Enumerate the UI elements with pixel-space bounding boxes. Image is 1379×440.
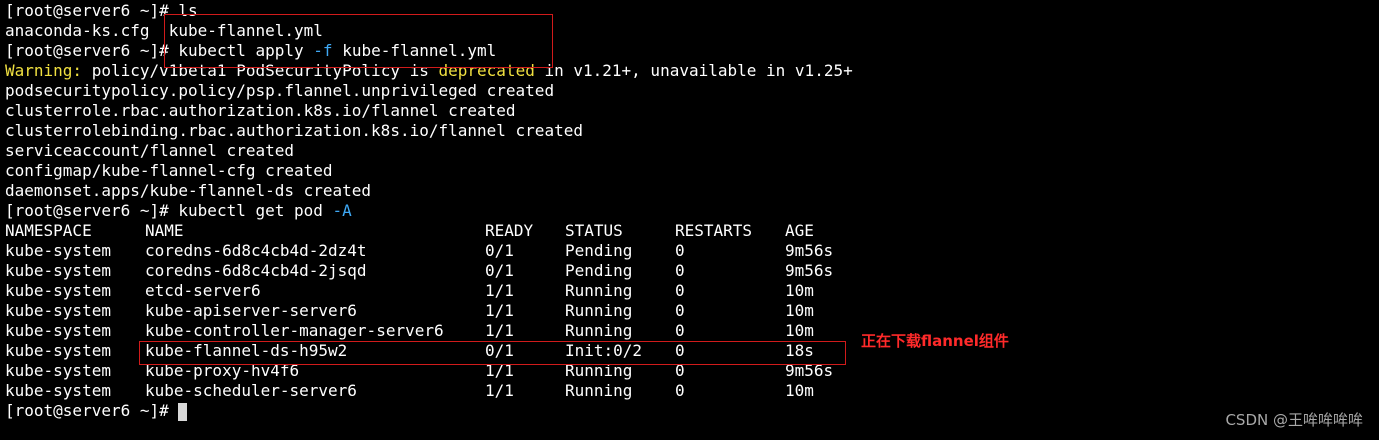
watermark: CSDN @王哞哞哞哞 (1225, 411, 1363, 429)
shell-prompt: [root@server6 ~]# (5, 41, 169, 60)
cell-age: 9m56s (785, 241, 834, 260)
header-age: AGE (785, 221, 814, 240)
header-ready: READY (485, 221, 534, 240)
table-row: kube-system coredns-6d8c4cb4d-2dz4t 0/1 Pen… (5, 241, 1379, 261)
table-row: kube-system kube-proxy-hv4f6 1/1 Running 0 9m… (5, 361, 1379, 381)
terminal-output[interactable]: [root@server6 ~]# ls anaconda-ks.cfg kub… (5, 1, 1379, 421)
cell-namespace: kube-system (5, 281, 111, 300)
apply-output-line: daemonset.apps/kube-flannel-ds created (5, 181, 372, 200)
header-namespace: NAMESPACE (5, 221, 92, 240)
cell-name: kube-apiserver-server6 (145, 301, 357, 320)
table-row: kube-system kube-controller-manager-serve… (5, 321, 1379, 341)
cell-ready: 1/1 (485, 281, 514, 300)
cell-status: Running (565, 301, 633, 320)
command-line-ls: [root@server6 ~]# ls (5, 1, 1379, 21)
cell-restarts: 0 (675, 361, 685, 380)
cell-restarts: 0 (675, 301, 685, 320)
apply-output-line: clusterrolebinding.rbac.authorization.k8… (5, 121, 583, 140)
cell-name: etcd-server6 (145, 281, 261, 300)
file-name: kube-flannel.yml (168, 21, 323, 40)
cell-name: kube-controller-manager-server6 (145, 321, 444, 340)
cell-status: Running (565, 381, 633, 400)
cell-ready: 1/1 (485, 381, 514, 400)
cell-age: 9m56s (785, 361, 834, 380)
cell-status: Running (565, 321, 633, 340)
cell-namespace: kube-system (5, 301, 111, 320)
ls-output-line: anaconda-ks.cfg kube-flannel.yml (5, 21, 1379, 41)
cell-status: Init:0/2 (565, 341, 643, 360)
cell-ready: 0/1 (485, 261, 514, 280)
cell-age: 10m (785, 301, 814, 320)
header-restarts: RESTARTS (675, 221, 753, 240)
command-line-current: [root@server6 ~]# (5, 401, 1379, 421)
cell-age: 10m (785, 321, 814, 340)
command-text: kubectl get pod (178, 201, 323, 220)
cell-namespace: kube-system (5, 381, 111, 400)
cell-status: Pending (565, 261, 633, 280)
command-argument: kube-flannel.yml (342, 41, 497, 60)
shell-prompt: [root@server6 ~]# (5, 401, 169, 420)
apply-output-line: clusterrole.rbac.authorization.k8s.io/fl… (5, 101, 516, 120)
cell-name: kube-flannel-ds-h95w2 (145, 341, 348, 360)
cell-name: coredns-6d8c4cb4d-2jsqd (145, 261, 367, 280)
table-row: kube-system kube-apiserver-server6 1/1 Runn… (5, 301, 1379, 321)
cell-restarts: 0 (675, 321, 685, 340)
shell-prompt: [root@server6 ~]# (5, 1, 169, 20)
warning-text: in v1.21+, unavailable in v1.25+ (544, 61, 853, 80)
annotation-label: 正在下载flannel组件 (861, 332, 1009, 350)
table-row-highlighted: kube-system kube-flannel-ds-h95w2 0/1 Init:… (5, 341, 1379, 361)
cell-namespace: kube-system (5, 361, 111, 380)
cell-restarts: 0 (675, 381, 685, 400)
command-text: kubectl apply (178, 41, 304, 60)
cell-restarts: 0 (675, 241, 685, 260)
command-flag: -f (313, 41, 333, 60)
cell-name: coredns-6d8c4cb4d-2dz4t (145, 241, 367, 260)
apply-output-line: serviceaccount/flannel created (5, 141, 294, 160)
cell-age: 10m (785, 381, 814, 400)
header-status: STATUS (565, 221, 623, 240)
shell-prompt: [root@server6 ~]# (5, 201, 169, 220)
cell-namespace: kube-system (5, 341, 111, 360)
table-row: kube-system coredns-6d8c4cb4d-2jsqd 0/1 Pen… (5, 261, 1379, 281)
file-name: anaconda-ks.cfg (5, 21, 150, 40)
cell-restarts: 0 (675, 341, 685, 360)
warning-keyword: deprecated (438, 61, 535, 80)
apply-output-line: podsecuritypolicy.policy/psp.flannel.unp… (5, 81, 555, 100)
command-line-apply: [root@server6 ~]# kubectl apply -f kube-… (5, 41, 1379, 61)
warning-label: Warning: (5, 61, 83, 80)
cell-ready: 1/1 (485, 301, 514, 320)
header-name: NAME (145, 221, 184, 240)
warning-text: policy/v1beta1 PodSecurityPolicy is (91, 61, 429, 80)
table-row: kube-system kube-scheduler-server6 1/1 Runn… (5, 381, 1379, 401)
cell-namespace: kube-system (5, 241, 111, 260)
cell-restarts: 0 (675, 261, 685, 280)
warning-line: Warning: policy/v1beta1 PodSecurityPolic… (5, 61, 1379, 81)
cell-ready: 1/1 (485, 361, 514, 380)
table-header: NAMESPACE NAME READY STATUS RESTARTS AGE (5, 221, 1379, 241)
command-line-get-pod: [root@server6 ~]# kubectl get pod -A (5, 201, 1379, 221)
command-text: ls (178, 1, 198, 20)
cell-ready: 1/1 (485, 321, 514, 340)
cell-age: 18s (785, 341, 814, 360)
text-cursor[interactable] (178, 402, 188, 421)
cell-age: 9m56s (785, 261, 834, 280)
cell-namespace: kube-system (5, 261, 111, 280)
cell-status: Running (565, 361, 633, 380)
cell-age: 10m (785, 281, 814, 300)
cell-namespace: kube-system (5, 321, 111, 340)
apply-output-line: configmap/kube-flannel-cfg created (5, 161, 333, 180)
command-flag: -A (332, 201, 352, 220)
cell-status: Running (565, 281, 633, 300)
cell-name: kube-proxy-hv4f6 (145, 361, 300, 380)
cell-status: Pending (565, 241, 633, 260)
table-row: kube-system etcd-server6 1/1 Running 0 10m (5, 281, 1379, 301)
cell-name: kube-scheduler-server6 (145, 381, 357, 400)
cell-ready: 0/1 (485, 241, 514, 260)
cell-restarts: 0 (675, 281, 685, 300)
cell-ready: 0/1 (485, 341, 514, 360)
